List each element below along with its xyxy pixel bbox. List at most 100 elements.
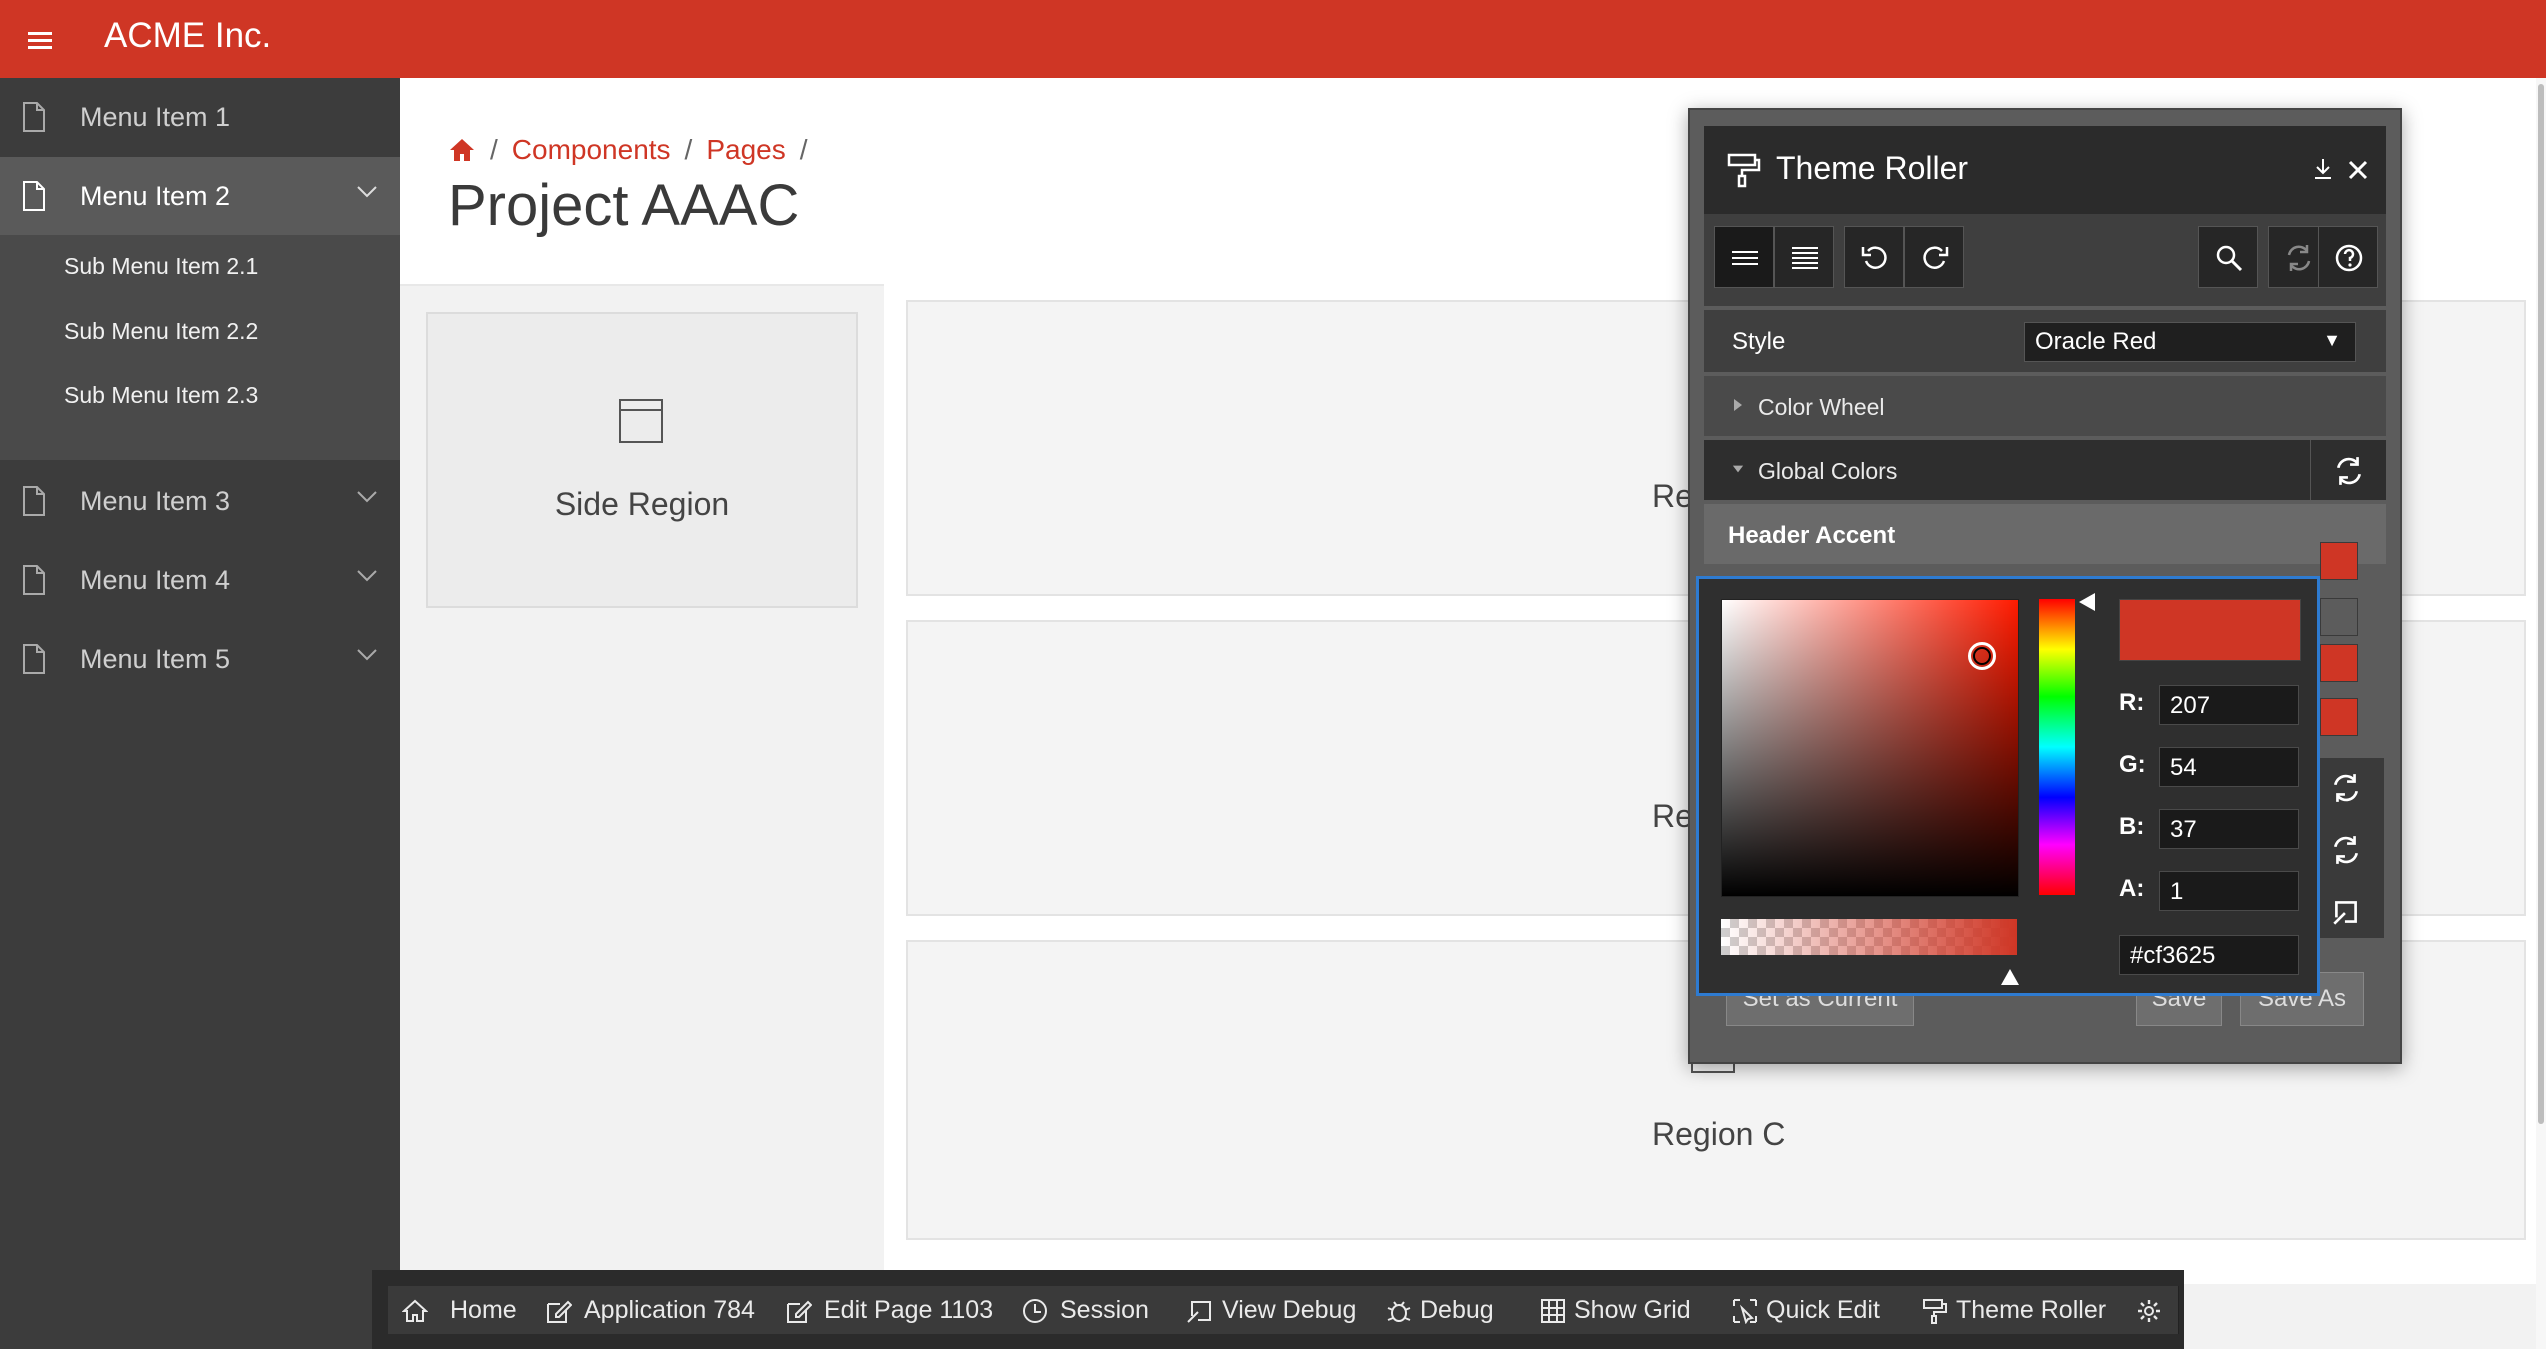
alpha-slider[interactable]: [1721, 919, 2017, 955]
dev-item-label: Session: [1060, 1296, 1149, 1324]
color-wheel-section[interactable]: Color Wheel: [1704, 376, 2386, 436]
help-button[interactable]: [2318, 226, 2378, 288]
red-input[interactable]: 207: [2159, 685, 2299, 725]
style-select-value: Oracle Red: [2035, 328, 2157, 355]
gear-icon: [2138, 1300, 2160, 1322]
theme-roller-header[interactable]: Theme Roller: [1704, 126, 2386, 214]
dev-item-label: Show Grid: [1574, 1296, 1691, 1324]
dev-quick-edit-button[interactable]: Quick Edit: [1718, 1286, 1909, 1334]
dev-theme-roller-button[interactable]: Theme Roller: [1908, 1286, 2123, 1334]
dev-item-label: Home: [450, 1296, 517, 1324]
global-colors-label: Global Colors: [1758, 458, 1898, 484]
color-swatch[interactable]: [2320, 644, 2358, 682]
refresh-icon[interactable]: [2330, 834, 2362, 866]
refresh-icon: [2287, 245, 2311, 271]
clock-icon: [1023, 1299, 1047, 1323]
close-icon[interactable]: [2344, 156, 2372, 184]
list-detailed-icon: [1792, 247, 1818, 269]
sidebar-item-label: Menu Item 4: [80, 565, 231, 595]
list-simple-icon: [1732, 251, 1758, 265]
submenu-item-2-2[interactable]: Sub Menu Item 2.2: [64, 318, 258, 345]
simple-view-button[interactable]: [1714, 226, 1774, 288]
color-swatch[interactable]: [2320, 598, 2358, 636]
sidebar-item-menu-item-4[interactable]: Menu Item 4: [0, 541, 400, 620]
page-icon: [23, 486, 45, 516]
chevron-down-icon[interactable]: [356, 185, 378, 199]
hue-slider-handle[interactable]: [2079, 593, 2095, 611]
global-colors-reset-button[interactable]: [2310, 440, 2387, 500]
header-accent-label: Header Accent: [1728, 522, 1896, 549]
color-preview: [2119, 599, 2301, 661]
alpha-slider-handle[interactable]: [2001, 969, 2019, 985]
blue-input[interactable]: 37: [2159, 809, 2299, 849]
dev-application-button[interactable]: Application 784: [532, 1286, 773, 1334]
hue-slider[interactable]: [2039, 599, 2075, 895]
search-button[interactable]: [2198, 226, 2258, 288]
dev-view-debug-button[interactable]: View Debug: [1172, 1286, 1373, 1334]
sidebar-item-menu-item-5[interactable]: Menu Item 5: [0, 620, 400, 699]
saturation-value-area[interactable]: [1721, 599, 2019, 897]
dev-home-button[interactable]: Home: [388, 1286, 533, 1334]
color-cursor-handle[interactable]: [1968, 642, 1996, 670]
undo-icon: [1861, 246, 1887, 269]
region-b-label: Re: [1652, 798, 1693, 834]
minimize-icon[interactable]: [2310, 156, 2336, 184]
chevron-down-icon[interactable]: [356, 490, 378, 504]
dev-debug-button[interactable]: Debug: [1372, 1286, 1527, 1334]
dev-edit-page-button[interactable]: Edit Page 1103: [772, 1286, 1009, 1334]
style-select[interactable]: Oracle Red ▼: [2024, 322, 2356, 362]
refresh-icon: [2337, 457, 2361, 485]
dev-session-button[interactable]: Session: [1008, 1286, 1173, 1334]
dev-item-label: Application 784: [584, 1296, 755, 1324]
page-title: Project AAAC: [448, 173, 800, 238]
redo-icon: [1923, 246, 1949, 269]
chevron-down-icon[interactable]: [356, 648, 378, 662]
page-icon: [23, 102, 45, 132]
paint-roller-icon: [1923, 1299, 1947, 1324]
global-colors-section[interactable]: Global Colors: [1704, 440, 2386, 500]
home-icon: [402, 1299, 428, 1322]
submenu-item-2-1[interactable]: Sub Menu Item 2.1: [64, 253, 258, 280]
app-brand[interactable]: ACME Inc.: [104, 16, 271, 56]
breadcrumb: / Components / Pages /: [448, 134, 808, 166]
resize-icon[interactable]: [2330, 896, 2362, 928]
submenu-item-2-3[interactable]: Sub Menu Item 2.3: [64, 382, 258, 409]
page-scrollbar-thumb[interactable]: [2538, 84, 2544, 1124]
submenu: Sub Menu Item 2.1 Sub Menu Item 2.2 Sub …: [0, 235, 400, 460]
chevron-down-icon[interactable]: [356, 569, 378, 583]
edit-icon: [547, 1300, 572, 1323]
header-accent-swatch[interactable]: [2320, 542, 2358, 580]
sidebar-item-menu-item-1[interactable]: Menu Item 1: [0, 78, 400, 157]
undo-button[interactable]: [1844, 226, 1904, 288]
color-swatch[interactable]: [2320, 698, 2358, 736]
red-label: R:: [2119, 689, 2145, 716]
dev-show-grid-button[interactable]: Show Grid: [1526, 1286, 1719, 1334]
theme-roller-title: Theme Roller: [1776, 150, 1969, 186]
region-c-label: Region C: [1652, 1116, 1786, 1152]
sidebar-item-menu-item-2[interactable]: Menu Item 2: [0, 157, 400, 236]
dev-settings-button[interactable]: [2122, 1286, 2179, 1334]
hex-input[interactable]: #cf3625: [2119, 935, 2299, 975]
green-input[interactable]: 54: [2159, 747, 2299, 787]
sidebar-item-menu-item-3[interactable]: Menu Item 3: [0, 462, 400, 541]
breadcrumb-pages[interactable]: Pages: [706, 134, 785, 166]
side-region-label: Side Region: [554, 486, 730, 522]
page-icon: [23, 181, 45, 211]
breadcrumb-components[interactable]: Components: [512, 134, 671, 166]
alpha-label: A:: [2119, 875, 2145, 902]
theme-roller-toolbar: [1704, 214, 2386, 306]
alpha-input[interactable]: 1: [2159, 871, 2299, 911]
refresh-icon[interactable]: [2330, 772, 2362, 804]
sidebar: Menu Item 1 Menu Item 2 Sub Menu Item 2.…: [0, 78, 400, 1349]
dev-item-label: View Debug: [1222, 1296, 1357, 1324]
redo-button[interactable]: [1904, 226, 1964, 288]
hamburger-menu-icon[interactable]: [22, 22, 58, 58]
advanced-view-button[interactable]: [1774, 226, 1834, 288]
home-icon[interactable]: [448, 137, 476, 163]
page-icon: [23, 565, 45, 595]
color-wheel-label: Color Wheel: [1758, 394, 1885, 420]
caret-down-icon: [1732, 465, 1744, 473]
header-accent-row[interactable]: Header Accent: [1704, 504, 2386, 564]
developer-toolbar: Home Application 784 Edit Page 1103 Sess…: [372, 1270, 2184, 1349]
dev-item-label: Theme Roller: [1956, 1296, 2107, 1324]
